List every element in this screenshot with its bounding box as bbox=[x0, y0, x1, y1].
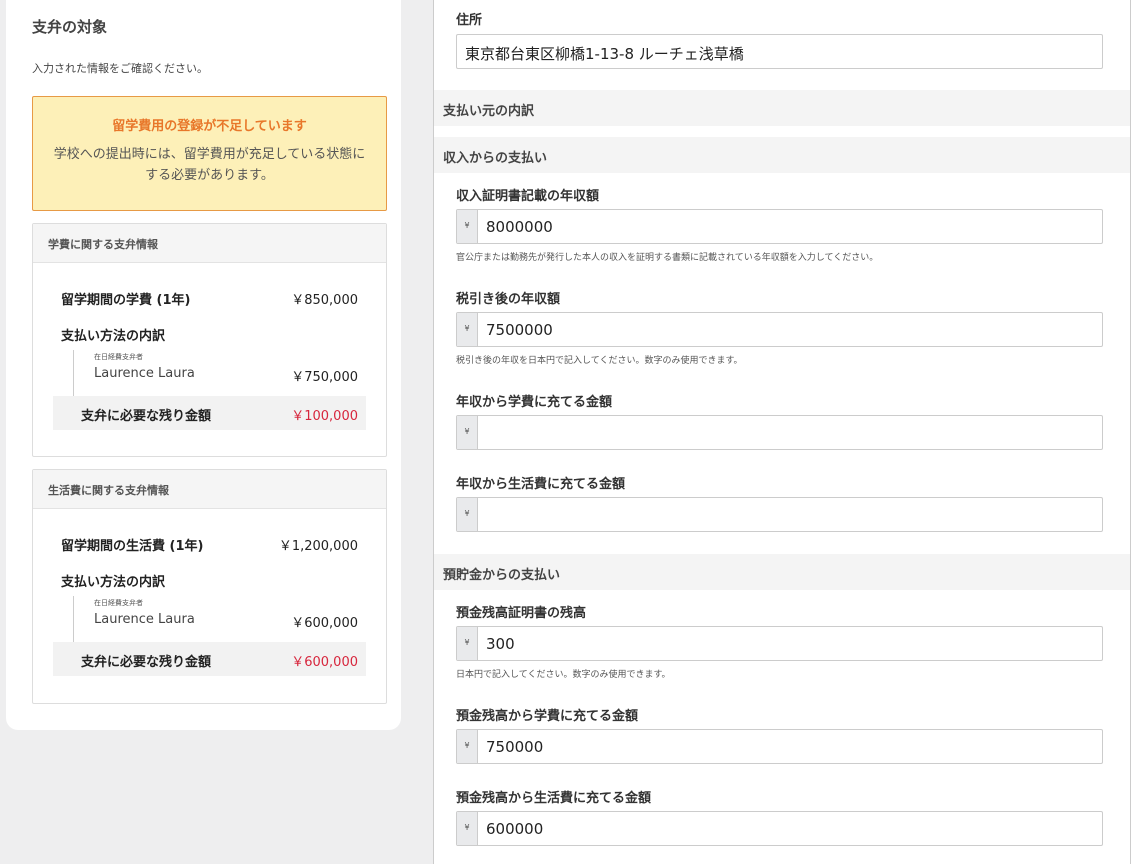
balance-help: 日本円で記入してください。数字のみ使用できます。 bbox=[456, 670, 671, 680]
living-period-amount: ￥1,200,000 bbox=[278, 539, 358, 554]
living-payer-amount: ￥600,000 bbox=[291, 616, 358, 631]
yen-prefix: ¥ bbox=[457, 730, 478, 763]
tuition-section: 学費に関する支弁情報 留学期間の学費 (1年) ￥850,000 支払い方法の内… bbox=[32, 223, 387, 457]
yen-prefix: ¥ bbox=[457, 416, 478, 449]
living-section-header: 生活費に関する支弁情報 bbox=[33, 470, 386, 509]
balance-label: 預金残高証明書の残高 bbox=[456, 606, 587, 621]
yen-prefix: ¥ bbox=[457, 812, 478, 845]
savings-tuition-input[interactable]: ¥ 750000 bbox=[456, 729, 1103, 764]
tuition-remaining-row: 支弁に必要な残り金額 ￥100,000 bbox=[53, 396, 366, 430]
after-tax-input[interactable]: ¥ 7500000 bbox=[456, 312, 1103, 347]
tuition-period-amount: ￥850,000 bbox=[291, 293, 358, 308]
warning-title: 留学費用の登録が不足しています bbox=[112, 119, 307, 134]
tuition-period-row: 留学期間の学費 (1年) ￥850,000 bbox=[61, 289, 358, 308]
address-field[interactable]: 東京都台東区柳橋1-13-8 ルーチェ浅草橋 bbox=[456, 34, 1103, 69]
income-cert-input[interactable]: ¥ 8000000 bbox=[456, 209, 1103, 244]
living-period-row: 留学期間の生活費 (1年) ￥1,200,000 bbox=[61, 535, 358, 554]
income-cert-help: 官公庁または勤務先が発行した本人の収入を証明する書類に記載されている年収額を入力… bbox=[456, 253, 879, 263]
savings-tuition-label: 預金残高から学費に充てる金額 bbox=[456, 709, 639, 724]
tuition-breakdown-label: 支払い方法の内訳 bbox=[61, 329, 166, 344]
yen-prefix: ¥ bbox=[457, 210, 478, 243]
savings-payment-band: 預貯金からの支払い bbox=[434, 554, 1130, 590]
sponsor-summary-panel: 支弁の対象 入力された情報をご確認ください。 留学費用の登録が不足しています 学… bbox=[6, 0, 401, 730]
income-living-input[interactable]: ¥ bbox=[456, 497, 1103, 532]
living-remaining-row: 支弁に必要な残り金額 ￥600,000 bbox=[53, 642, 366, 676]
living-remaining-amount: ￥600,000 bbox=[291, 655, 358, 670]
tuition-section-header: 学費に関する支弁情報 bbox=[33, 224, 386, 263]
balance-input[interactable]: ¥ 300 bbox=[456, 626, 1103, 661]
savings-living-value: 600000 bbox=[486, 820, 544, 838]
income-payment-band: 収入からの支払い bbox=[434, 137, 1130, 173]
yen-prefix: ¥ bbox=[457, 498, 478, 531]
living-section: 生活費に関する支弁情報 留学期間の生活費 (1年) ￥1,200,000 支払い… bbox=[32, 469, 387, 704]
after-tax-help: 税引き後の年収を日本円で記入してください。数字のみ使用できます。 bbox=[456, 356, 743, 366]
yen-prefix: ¥ bbox=[457, 627, 478, 660]
panel-title: 支弁の対象 bbox=[32, 18, 108, 36]
warning-alert: 留学費用の登録が不足しています 学校への提出時には、留学費用が充足している状態に… bbox=[32, 96, 387, 211]
savings-living-label: 預金残高から生活費に充てる金額 bbox=[456, 791, 652, 806]
income-cert-value: 8000000 bbox=[486, 218, 553, 236]
tuition-remaining-amount: ￥100,000 bbox=[291, 409, 358, 424]
payment-source-band: 支払い元の内訳 bbox=[434, 90, 1130, 126]
after-tax-value: 7500000 bbox=[486, 321, 553, 339]
tuition-payer-amount: ￥750,000 bbox=[291, 370, 358, 385]
balance-value: 300 bbox=[486, 635, 515, 653]
tuition-payer-role: 在日経費支弁者 bbox=[94, 353, 143, 361]
savings-tuition-value: 750000 bbox=[486, 738, 544, 756]
sponsor-form-panel: 住所 東京都台東区柳橋1-13-8 ルーチェ浅草橋 支払い元の内訳 収入からの支… bbox=[433, 0, 1131, 864]
savings-living-input[interactable]: ¥ 600000 bbox=[456, 811, 1103, 846]
panel-subtitle: 入力された情報をご確認ください。 bbox=[32, 62, 208, 75]
after-tax-label: 税引き後の年収額 bbox=[456, 292, 561, 307]
living-period-label: 留学期間の生活費 (1年) bbox=[61, 539, 204, 554]
income-tuition-input[interactable]: ¥ bbox=[456, 415, 1103, 450]
warning-body: 学校への提出時には、留学費用が充足している状態にする必要があります。 bbox=[53, 147, 366, 183]
tuition-period-label: 留学期間の学費 (1年) bbox=[61, 293, 191, 308]
income-living-label: 年収から生活費に充てる金額 bbox=[456, 477, 626, 492]
living-remaining-label: 支弁に必要な残り金額 bbox=[81, 655, 212, 670]
tuition-remaining-label: 支弁に必要な残り金額 bbox=[81, 409, 212, 424]
yen-prefix: ¥ bbox=[457, 313, 478, 346]
address-label: 住所 bbox=[456, 13, 483, 28]
tuition-payer: 在日経費支弁者 Laurence Laura ￥750,000 bbox=[73, 350, 358, 396]
living-payer-role: 在日経費支弁者 bbox=[94, 599, 143, 607]
living-breakdown-label: 支払い方法の内訳 bbox=[61, 575, 166, 590]
living-payer: 在日経費支弁者 Laurence Laura ￥600,000 bbox=[73, 596, 358, 642]
income-cert-label: 収入証明書記載の年収額 bbox=[456, 189, 600, 204]
income-tuition-label: 年収から学費に充てる金額 bbox=[456, 395, 613, 410]
